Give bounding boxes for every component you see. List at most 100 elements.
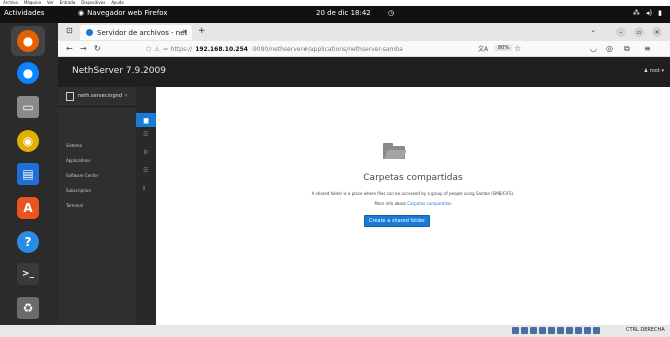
forward-button[interactable]: →: [80, 44, 87, 53]
vm-status-icons: [512, 327, 600, 334]
keyboard-icon[interactable]: [593, 327, 600, 334]
list-tabs-chevron-icon[interactable]: ⌄: [590, 26, 596, 34]
pocket-icon[interactable]: ◡: [590, 44, 597, 53]
dock-writer[interactable]: ▤: [11, 159, 45, 189]
server-icon: [66, 92, 74, 101]
permissions-icon: ⊸: [162, 45, 168, 53]
close-window-button[interactable]: ✕: [652, 27, 662, 37]
shared-folders-nav-icon[interactable]: ▆: [136, 113, 156, 127]
rhythmbox-icon: ◉: [17, 130, 39, 152]
close-tab-icon[interactable]: ✕: [182, 28, 188, 36]
nav-item-sistema[interactable]: Sistema: [66, 143, 82, 148]
url-path: :9090/nethserver#/applications/nethserve…: [250, 45, 403, 53]
dock-help[interactable]: ?: [11, 227, 45, 257]
audio-icon[interactable]: [530, 327, 537, 334]
software-icon: A: [17, 197, 39, 219]
dock: ● ● ▭ ◉ ▤ A ? >_ ♻: [0, 23, 58, 325]
extensions-icon[interactable]: ⧉: [624, 44, 630, 54]
more-info-prefix: More info about: [374, 201, 407, 206]
activities-button[interactable]: Actividades: [4, 9, 44, 17]
cockpit-favicon-icon: [86, 29, 93, 36]
vm-statusbar: CTRL DERECHA: [0, 325, 670, 337]
hamburger-menu-icon[interactable]: ≡: [644, 44, 651, 53]
dock-files[interactable]: ▭: [11, 92, 45, 122]
optical-icon[interactable]: [521, 327, 528, 334]
reload-button[interactable]: ↻: [94, 44, 101, 53]
new-tab-button[interactable]: +: [198, 26, 206, 36]
mouse-icon[interactable]: [584, 327, 591, 334]
zoom-indicator[interactable]: 80%: [495, 45, 513, 51]
tab-servidor[interactable]: Servidor de archivos - net ✕: [80, 25, 192, 40]
writer-icon: ▤: [17, 163, 39, 185]
more-info-text: More info about Carpetas compartidas: [156, 201, 670, 206]
network-icon: ⁂: [632, 9, 640, 17]
display-icon[interactable]: [566, 327, 573, 334]
shared-folder-icon[interactable]: [557, 327, 564, 334]
nav-item-applications[interactable]: Applications: [66, 158, 90, 163]
app-menu-label: Navegador web Firefox: [87, 9, 168, 17]
account-icon[interactable]: ◎: [606, 44, 613, 53]
firefox-small-icon: ◉: [78, 9, 85, 17]
empty-state-description: A shared folder is a place where files c…: [311, 191, 515, 196]
dock-rhythmbox[interactable]: ◉: [11, 126, 45, 156]
dock-software[interactable]: A: [11, 193, 45, 223]
about-nav-icon[interactable]: ℹ: [143, 185, 145, 192]
window-controls: – ▫ ✕: [616, 27, 662, 37]
help-icon: ?: [17, 231, 39, 253]
maximize-button[interactable]: ▫: [634, 27, 644, 37]
terminal-icon: >_: [17, 263, 39, 285]
folder-open-icon: [383, 143, 407, 159]
host-menu-icon[interactable]: «: [124, 92, 128, 99]
host-key-label: CTRL DERECHA: [626, 327, 665, 333]
tab-bar: ⊡ Servidor de archivos - net ✕ + ⌄ – ▫ ✕: [58, 23, 670, 41]
bookmark-star-icon[interactable]: ☆: [514, 44, 521, 53]
thunderbird-icon: ●: [17, 62, 39, 84]
app-navigation: ▆ ☰ ⚙ ☰ ℹ: [136, 87, 156, 325]
recording-icon[interactable]: [575, 327, 582, 334]
url-bar[interactable]: ⬡ ⚠ ⊸ https://192.168.10.254:9090/nethse…: [144, 43, 528, 55]
gnome-topbar: Actividades ◉ Navegador web Firefox 20 d…: [0, 6, 670, 23]
lock-warning-icon: ⚠: [154, 45, 160, 53]
disk-icon[interactable]: [512, 327, 519, 334]
nav-item-subscription[interactable]: Subscription: [66, 188, 91, 193]
system-tray[interactable]: ⁂ ◂) ▮: [633, 9, 662, 17]
users-nav-icon[interactable]: ☰: [143, 131, 148, 138]
nav-bar: ← → ↻ ⬡ ⚠ ⊸ https://192.168.10.254:9090/…: [58, 41, 670, 57]
firefox-icon: ●: [17, 30, 39, 52]
create-shared-folder-button[interactable]: Create a shared folder: [364, 215, 430, 227]
main-navigation: neth.server.ingnd « Sistema Applications…: [58, 87, 136, 325]
shared-folders-panel: Carpetas compartidas A shared folder is …: [156, 87, 670, 325]
shield-icon: ⬡: [146, 45, 152, 53]
host-switcher[interactable]: neth.server.ingnd «: [58, 87, 136, 107]
dock-terminal[interactable]: >_: [11, 259, 45, 289]
settings-nav-icon[interactable]: ⚙: [143, 149, 148, 156]
dock-thunderbird[interactable]: ●: [11, 58, 45, 88]
tab-list-icon[interactable]: ⊡: [66, 26, 73, 35]
battery-icon: ▮: [658, 9, 662, 17]
dock-trash[interactable]: ♻: [11, 293, 45, 323]
usb-icon[interactable]: [548, 327, 555, 334]
user-menu[interactable]: ♟ root ▾: [644, 68, 664, 74]
logs-nav-icon[interactable]: ☰: [143, 167, 148, 174]
volume-icon: ◂): [645, 9, 653, 17]
nav-item-software-center[interactable]: Software Center: [66, 173, 98, 178]
network-status-icon[interactable]: [539, 327, 546, 334]
screen: Archivo Máquina Ver Entrada Dispositivos…: [0, 0, 670, 337]
app-menu[interactable]: ◉ Navegador web Firefox: [78, 9, 168, 17]
empty-state-title: Carpetas compartidas: [363, 173, 463, 183]
brand-title[interactable]: NethServer 7.9.2009: [72, 66, 166, 76]
dock-firefox[interactable]: ●: [11, 26, 45, 56]
nav-item-terminal[interactable]: Terminal: [66, 203, 83, 208]
clock[interactable]: 20 de dic 18:42: [316, 9, 371, 17]
user-name: root: [649, 68, 660, 74]
url-prefix: https://: [170, 45, 193, 53]
more-info-link[interactable]: Carpetas compartidas: [407, 201, 451, 206]
files-icon: ▭: [17, 96, 39, 118]
back-button[interactable]: ←: [66, 44, 73, 53]
nethserver-header: NethServer 7.9.2009 ♟ root ▾: [58, 57, 670, 87]
url-host: 192.168.10.254: [195, 45, 248, 53]
translate-icon[interactable]: 文A: [478, 44, 488, 53]
host-name: neth.server.ingnd: [78, 93, 122, 99]
minimize-button[interactable]: –: [616, 27, 626, 37]
tab-title: Servidor de archivos - net: [97, 28, 188, 37]
